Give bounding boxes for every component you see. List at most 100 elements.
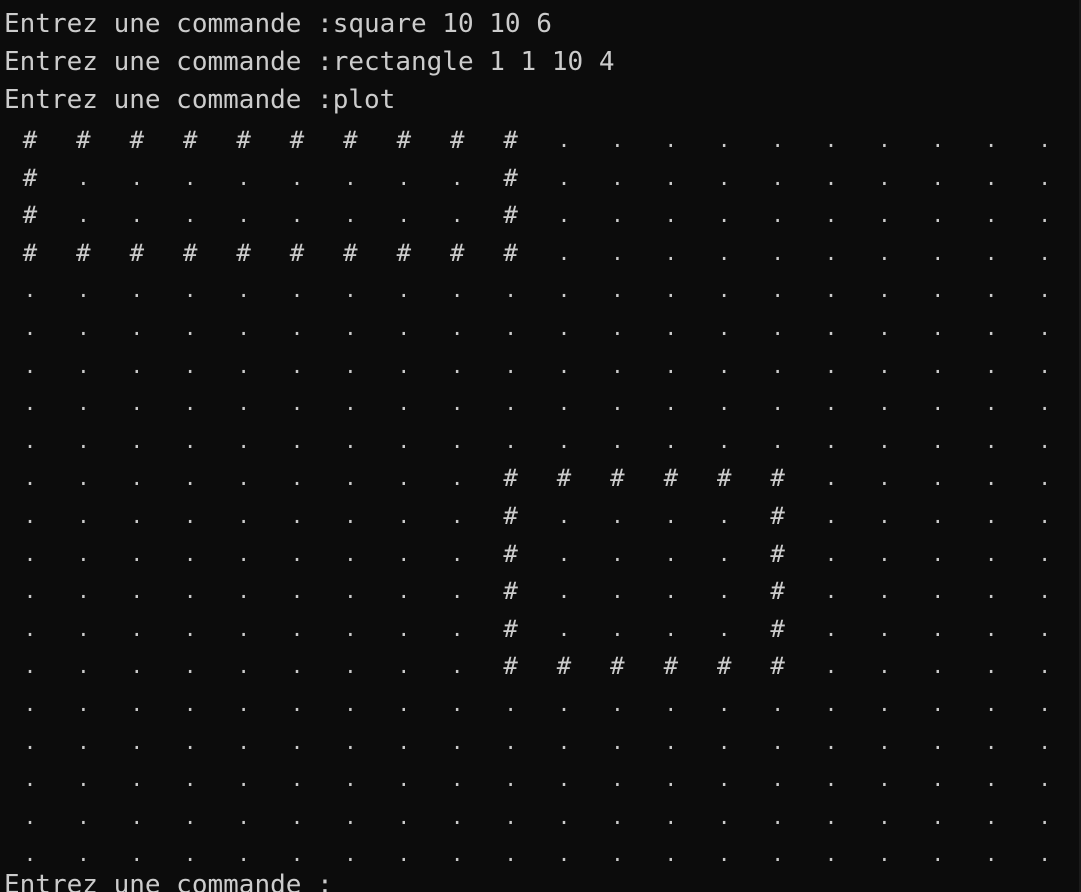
plot-fill-cell: # [22,238,38,267]
plot-empty-cell: . [985,353,998,378]
plot-empty-cell: . [878,278,891,303]
plot-empty-cell: . [611,504,624,528]
plot-empty-cell: . [1038,165,1051,190]
plot-empty-cell: . [344,541,357,566]
plot-empty-cell: . [611,353,624,378]
plot-empty-cell: . [557,616,571,641]
plot-empty-cell: . [290,466,304,491]
plot-empty-cell: . [611,128,624,152]
plot-fill-cell: # [503,502,518,530]
plot-empty-cell: . [451,729,464,754]
plot-empty-cell: . [237,654,250,679]
plot-empty-cell: . [771,391,784,416]
plot-empty-cell: . [290,541,304,566]
plot-fill-cell: # [770,577,785,606]
terminal-window[interactable]: # # # # # # # # # #.......... #........ #..........… [0,0,1081,892]
plot-empty-cell: . [1038,541,1051,566]
plot-empty-cell: . [397,729,410,754]
plot-empty-cell: . [344,767,357,792]
plot-empty-cell: . [718,278,731,303]
plot-empty-cell: . [611,240,624,265]
plot-empty-cell: . [985,579,998,604]
plot-empty-cell: . [824,616,838,641]
plot-empty-cell: . [23,353,37,378]
plot-empty-cell: . [237,353,250,378]
plot-empty-cell: . [718,128,731,152]
plot-empty-cell: . [664,541,677,566]
plot-fill-cell: # [610,464,625,493]
plot-empty-cell: . [184,729,197,754]
plot-empty-cell: . [290,353,304,378]
plot-empty-cell: . [611,692,624,716]
plot-empty-cell: . [451,353,464,378]
plot-empty-cell: . [77,579,90,604]
plot-empty-cell: . [130,165,143,190]
plot-empty-cell: . [611,767,624,792]
plot-empty-cell: . [824,541,838,566]
plot-empty-cell: . [504,767,517,792]
plot-empty-cell: . [771,428,784,453]
plot-empty-cell: . [344,692,357,716]
plot-empty-cell: . [290,616,304,641]
plot-empty-cell: . [878,203,891,228]
plot-empty-cell: . [23,391,37,416]
plot-empty-cell: . [931,353,944,378]
plot-empty-cell: . [664,804,677,829]
command-line-rectangle: Entrez une commande :rectangle 1 1 10 4 [4,47,615,77]
plot-empty-cell: . [878,466,891,491]
plot-fill-cell: # [182,238,198,267]
plot-empty-cell: . [451,391,464,416]
plot-fill-cell: # [129,126,145,154]
plot-empty-cell: . [237,579,250,604]
plot-empty-cell: . [290,504,304,528]
plot-empty-cell: . [985,541,998,566]
plot-empty-cell: . [931,541,944,566]
plot-empty-cell: . [184,391,197,416]
plot-empty-cell: . [878,240,891,265]
plot-empty-cell: . [77,541,90,566]
plot-empty-cell: . [557,353,571,378]
plot-fill-cell: # [503,126,518,154]
plot-empty-cell: . [664,729,677,754]
plot-fill-cell: # [663,652,679,681]
plot-empty-cell: . [130,316,143,340]
plot-empty-cell: . [77,391,90,416]
command-prompt-input[interactable]: Entrez une commande : [4,867,333,892]
plot-empty-cell: . [504,391,517,416]
plot-empty-cell: . [237,692,250,716]
plot-empty-cell: . [1038,466,1051,491]
plot-empty-cell: . [557,428,571,453]
plot-empty-cell: . [23,767,37,792]
plot-empty-cell: . [290,165,304,190]
plot-empty-cell: . [824,842,838,867]
plot-fill-cell: # [556,652,572,681]
plot-fill-cell: # [449,126,465,154]
plot-empty-cell: . [824,767,838,792]
plot-empty-cell: . [718,504,731,528]
plot-empty-cell: . [931,616,944,641]
plot-empty-cell: . [557,391,571,416]
plot-grid: # # # # # # # # # #.......... #........ #..........… [0,0,1081,892]
plot-empty-cell: . [130,616,143,641]
plot-empty-cell: . [931,316,944,340]
plot-empty-cell: . [290,428,304,453]
plot-empty-cell: . [931,203,944,228]
plot-empty-cell: . [237,804,250,829]
plot-empty-cell: . [397,579,410,604]
plot-empty-cell: . [557,842,571,867]
plot-empty-cell: . [451,579,464,604]
plot-empty-cell: . [718,804,731,829]
plot-fill-cell: # [236,238,251,267]
plot-empty-cell: . [878,579,891,604]
plot-empty-cell: . [1038,504,1051,528]
plot-empty-cell: . [611,804,624,829]
plot-empty-cell: . [397,842,410,867]
plot-empty-cell: . [77,729,90,754]
plot-empty-cell: . [557,541,571,566]
plot-empty-cell: . [77,278,90,303]
plot-empty-cell: . [878,767,891,792]
plot-empty-cell: . [77,804,90,829]
plot-empty-cell: . [77,504,90,528]
plot-empty-cell: . [824,128,838,152]
plot-empty-cell: . [931,240,944,265]
